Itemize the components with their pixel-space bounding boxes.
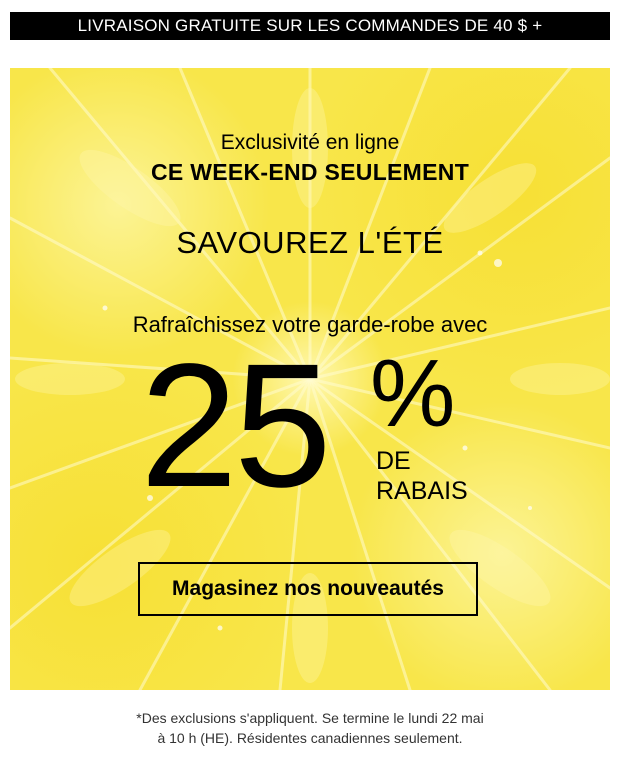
shop-new-arrivals-button[interactable]: Magasinez nos nouveautés [138,562,478,616]
percent-sign: % [370,340,456,447]
disclaimer-line-1: *Des exclusions s'appliquent. Se termine… [136,710,484,726]
online-exclusive-label: Exclusivité en ligne [220,131,400,154]
hero-content: Exclusivité en ligne CE WEEK-END SEULEME… [10,68,610,690]
free-shipping-banner[interactable]: LIVRAISON GRATUITE SUR LES COMMANDES DE … [10,12,610,40]
discount-rabais-label: RABAIS [376,477,468,505]
discount-value: 25 [140,328,332,524]
disclaimer: *Des exclusions s'appliquent. Se termine… [0,708,620,748]
disclaimer-line-2: à 10 h (HE). Résidentes canadiennes seul… [157,730,463,746]
discount-de-label: DE [376,447,411,475]
email-page: LIVRAISON GRATUITE SUR LES COMMANDES DE … [0,0,620,763]
hero-headline: SAVOUREZ L'ÉTÉ [176,225,444,260]
free-shipping-banner-text: LIVRAISON GRATUITE SUR LES COMMANDES DE … [77,16,543,35]
weekend-only-label: CE WEEK-END SEULEMENT [150,159,470,185]
hero-panel[interactable]: Exclusivité en ligne CE WEEK-END SEULEME… [10,68,610,690]
shop-new-arrivals-label: Magasinez nos nouveautés [172,577,444,600]
